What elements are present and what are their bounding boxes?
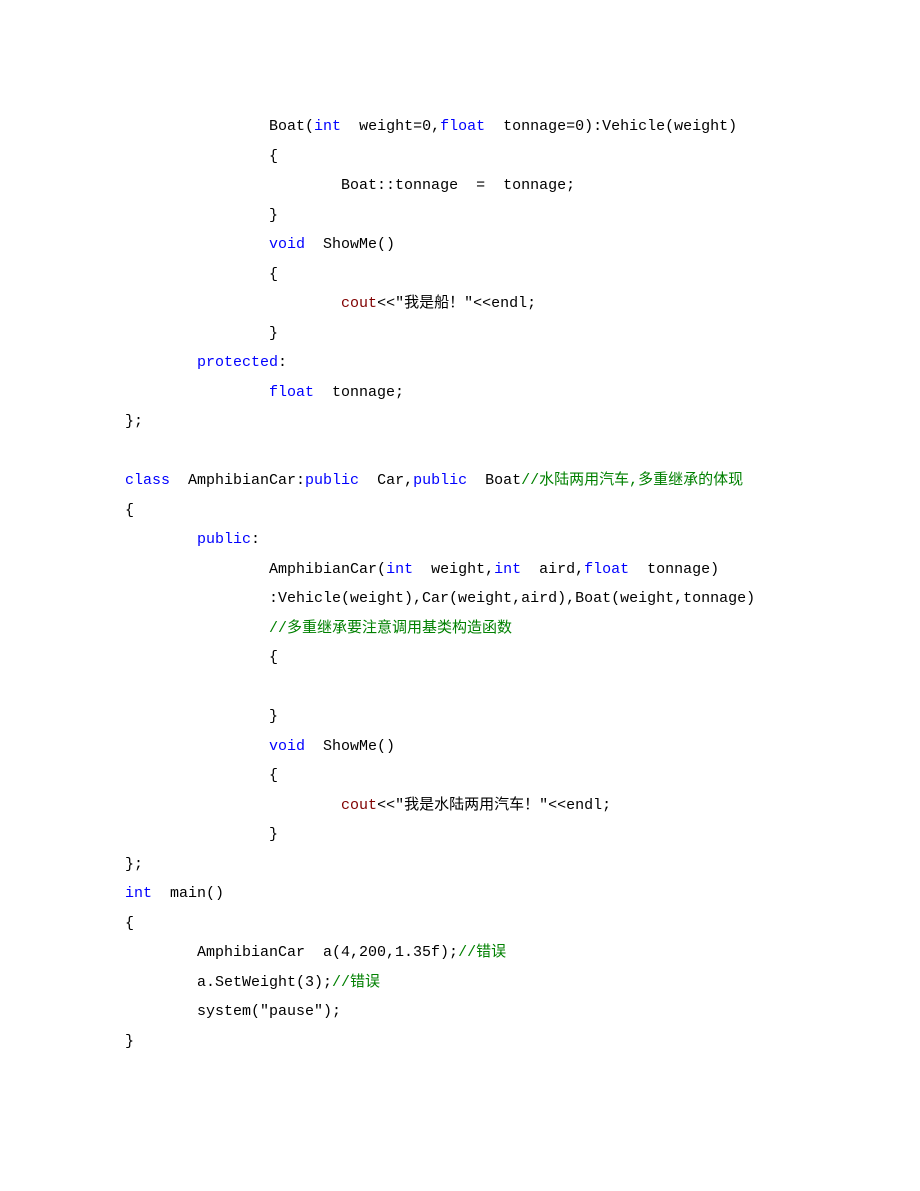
code-line: {: [125, 761, 870, 791]
code-page: Boat(int weight=0,float tonnage=0):Vehic…: [0, 0, 920, 1116]
code-token: }: [269, 708, 278, 725]
code-line: void ShowMe(): [125, 732, 870, 762]
code-token: weight=0,: [341, 118, 440, 135]
code-token: {: [269, 649, 278, 666]
code-token: int: [494, 561, 521, 578]
code-token: {: [269, 767, 278, 784]
code-line: }: [125, 201, 870, 231]
code-token: float: [440, 118, 485, 135]
code-line: //多重继承要注意调用基类构造函数: [125, 614, 870, 644]
code-token: Boat(: [269, 118, 314, 135]
code-token: system("pause");: [197, 1003, 341, 1020]
code-line: };: [125, 850, 870, 880]
code-token: aird,: [521, 561, 584, 578]
code-token: cout: [341, 797, 377, 814]
code-token: AmphibianCar:: [170, 472, 305, 489]
code-line: protected:: [125, 348, 870, 378]
code-line: void ShowMe(): [125, 230, 870, 260]
code-line: }: [125, 820, 870, 850]
code-line: cout<<"我是船！"<<endl;: [125, 289, 870, 319]
code-token: :: [251, 531, 260, 548]
code-token: ShowMe(): [305, 738, 395, 755]
code-token: {: [269, 148, 278, 165]
code-line: Boat::tonnage = tonnage;: [125, 171, 870, 201]
code-token: //错误: [332, 974, 380, 991]
code-token: AmphibianCar a(4,200,1.35f);: [197, 944, 458, 961]
code-token: {: [125, 502, 134, 519]
code-token: };: [125, 413, 143, 430]
code-token: void: [269, 236, 305, 253]
code-token: class: [125, 472, 170, 489]
code-line: int main(): [125, 879, 870, 909]
code-line: }: [125, 319, 870, 349]
code-token: public: [305, 472, 359, 489]
code-line: {: [125, 142, 870, 172]
code-line: class AmphibianCar:public Car,public Boa…: [125, 466, 870, 496]
code-line: cout<<"我是水陆两用汽车！"<<endl;: [125, 791, 870, 821]
code-token: //水陆两用汽车,多重继承的体现: [521, 472, 743, 489]
code-token: int: [125, 885, 152, 902]
code-line: :Vehicle(weight),Car(weight,aird),Boat(w…: [125, 584, 870, 614]
code-line: {: [125, 643, 870, 673]
code-token: protected: [197, 354, 278, 371]
code-token: :: [278, 354, 287, 371]
code-token: public: [413, 472, 467, 489]
code-line: {: [125, 909, 870, 939]
code-token: cout: [341, 295, 377, 312]
code-token: ShowMe(): [305, 236, 395, 253]
code-token: tonnage=0):Vehicle(weight): [485, 118, 737, 135]
code-token: tonnage;: [314, 384, 404, 401]
code-line: {: [125, 496, 870, 526]
code-token: {: [125, 915, 134, 932]
code-token: tonnage): [629, 561, 719, 578]
code-token: main(): [152, 885, 224, 902]
code-line: AmphibianCar(int weight,int aird,float t…: [125, 555, 870, 585]
code-block: Boat(int weight=0,float tonnage=0):Vehic…: [125, 112, 870, 1056]
code-token: public: [197, 531, 251, 548]
code-line: [125, 437, 870, 467]
code-line: public:: [125, 525, 870, 555]
code-token: int: [386, 561, 413, 578]
code-line: }: [125, 702, 870, 732]
code-token: <<"我是船！"<<endl;: [377, 295, 536, 312]
code-token: }: [125, 1033, 134, 1050]
code-line: };: [125, 407, 870, 437]
code-line: [125, 673, 870, 703]
code-token: }: [269, 325, 278, 342]
code-token: Boat: [467, 472, 521, 489]
code-token: float: [269, 384, 314, 401]
code-token: };: [125, 856, 143, 873]
code-line: {: [125, 260, 870, 290]
code-token: {: [269, 266, 278, 283]
code-line: AmphibianCar a(4,200,1.35f);//错误: [125, 938, 870, 968]
code-token: float: [584, 561, 629, 578]
code-token: }: [269, 826, 278, 843]
code-line: a.SetWeight(3);//错误: [125, 968, 870, 998]
code-token: weight,: [413, 561, 494, 578]
code-token: }: [269, 207, 278, 224]
code-token: Car,: [359, 472, 413, 489]
code-token: //多重继承要注意调用基类构造函数: [269, 620, 512, 637]
code-line: }: [125, 1027, 870, 1057]
code-token: int: [314, 118, 341, 135]
code-token: AmphibianCar(: [269, 561, 386, 578]
code-token: <<"我是水陆两用汽车！"<<endl;: [377, 797, 611, 814]
code-token: //错误: [458, 944, 506, 961]
code-line: system("pause");: [125, 997, 870, 1027]
code-token: a.SetWeight(3);: [197, 974, 332, 991]
code-line: Boat(int weight=0,float tonnage=0):Vehic…: [125, 112, 870, 142]
code-token: Boat::tonnage = tonnage;: [341, 177, 575, 194]
code-token: :Vehicle(weight),Car(weight,aird),Boat(w…: [269, 590, 755, 607]
code-token: void: [269, 738, 305, 755]
code-line: float tonnage;: [125, 378, 870, 408]
